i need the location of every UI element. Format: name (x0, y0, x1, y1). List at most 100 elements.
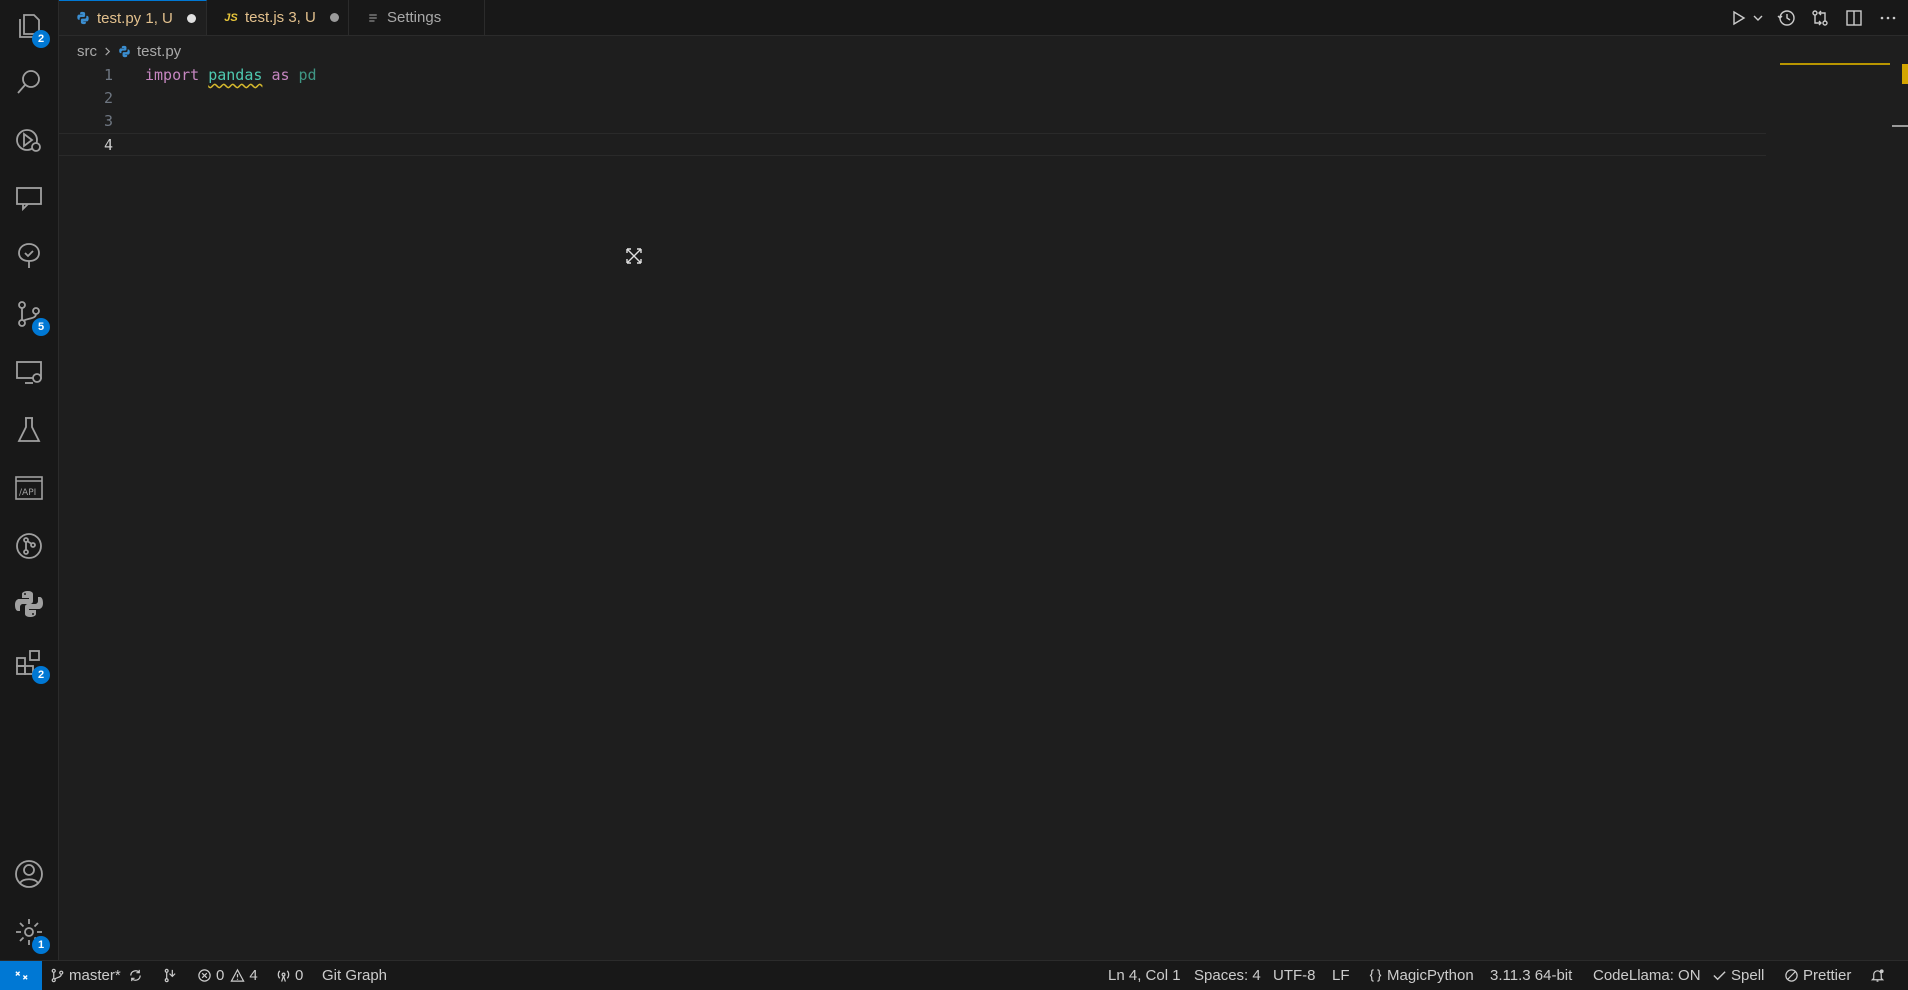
prettier-label: Prettier (1803, 967, 1852, 984)
accounts-button[interactable] (0, 848, 58, 900)
tab-label: Settings (387, 9, 442, 26)
extensions-button[interactable]: 2 (0, 636, 58, 688)
testing-tree-button[interactable] (0, 230, 58, 282)
api-button[interactable]: /API (0, 462, 58, 514)
eol-status[interactable]: LF (1332, 961, 1350, 990)
git-graph-status[interactable]: Git Graph (322, 961, 387, 990)
remote-button[interactable] (0, 346, 58, 398)
javascript-icon: JS (224, 11, 238, 24)
line-number: 3 (103, 112, 113, 130)
spell-status[interactable]: Spell (1712, 961, 1764, 990)
cursor-position[interactable]: Ln 4, Col 1 (1108, 961, 1181, 990)
scrollbar-warning-marker (1902, 64, 1908, 84)
timeline-button[interactable] (1774, 6, 1798, 30)
status-bar: master* 0 4 0 Git Graph Ln 4, Col 1 Spac… (0, 960, 1908, 990)
notifications-button[interactable] (1870, 961, 1889, 990)
tab-settings[interactable]: Settings (349, 0, 485, 35)
explorer-badge: 2 (32, 30, 50, 48)
tab-bar: test.py 1, U JS test.js 3, U Settings (59, 0, 1908, 36)
svg-text:/API: /API (19, 488, 36, 498)
language-mode[interactable]: MagicPython (1368, 961, 1474, 990)
code-text[interactable]: import pandas as pd (145, 64, 317, 87)
account-icon (15, 860, 43, 888)
unsaved-dot-icon[interactable] (329, 13, 339, 22)
module-name: pandas (208, 66, 263, 84)
breadcrumb-file[interactable]: test.py (118, 43, 181, 60)
broadcast-icon (277, 970, 290, 982)
tab-test-py[interactable]: test.py 1, U (59, 0, 207, 35)
git-graph-icon (16, 533, 42, 559)
spell-label: Spell (1731, 967, 1765, 984)
line-number: 1 (103, 66, 113, 84)
error-icon (198, 969, 211, 982)
api-icon: /API (15, 476, 43, 500)
unsaved-dot-icon[interactable] (186, 13, 196, 23)
search-button[interactable] (0, 56, 58, 108)
explorer-button[interactable]: 2 (0, 0, 58, 52)
remote-explorer-button[interactable] (0, 172, 58, 224)
breadcrumb-folder[interactable]: src (77, 43, 97, 60)
testing-button[interactable] (0, 404, 58, 456)
remote-icon (14, 971, 28, 980)
indentation-status[interactable]: Spaces: 4 (1194, 961, 1261, 990)
move-cursor-icon (626, 248, 642, 264)
python-icon (75, 10, 91, 26)
ports-count: 0 (295, 967, 304, 984)
code-line[interactable]: 3 (59, 110, 1766, 133)
play-icon (1733, 10, 1746, 25)
more-actions-button[interactable] (1876, 6, 1900, 30)
code-line-current[interactable]: 4 (59, 133, 1766, 156)
python-interpreter[interactable]: 3.11.3 64-bit (1490, 961, 1572, 990)
settings-file-icon (365, 10, 381, 26)
circle-slash-icon (1785, 969, 1798, 982)
python-button[interactable] (0, 578, 58, 630)
run-button[interactable] (1726, 6, 1750, 30)
manage-button[interactable]: 1 (0, 906, 58, 958)
remote-indicator-button[interactable] (0, 961, 42, 990)
line-number: 2 (103, 89, 113, 107)
python-icon (15, 591, 43, 617)
keyword-import: import (145, 66, 200, 84)
ports-status[interactable]: 0 (276, 961, 303, 990)
code-line[interactable]: 1 import pandas as pd (59, 64, 1766, 87)
beaker-icon (17, 417, 41, 442)
split-editor-button[interactable] (1842, 6, 1866, 30)
code-line[interactable]: 2 (59, 87, 1766, 110)
tab-label: test.js 3, U (245, 9, 316, 26)
editor-toolbar (1726, 0, 1900, 35)
git-graph-button[interactable] (0, 520, 58, 572)
line-number: 4 (103, 136, 113, 154)
git-compare-icon (1812, 9, 1828, 26)
codellama-status[interactable]: CodeLlama: ON (1593, 961, 1701, 990)
chat-window-icon (16, 187, 42, 212)
git-branch-icon (51, 968, 64, 983)
chevron-down-icon (1753, 15, 1763, 21)
sync-button[interactable] (128, 961, 147, 990)
encoding-status[interactable]: UTF-8 (1273, 961, 1316, 990)
git-graph-status-icon-button[interactable] (162, 961, 181, 990)
scrollbar-cursor-marker (1892, 125, 1908, 127)
tree-check-icon (18, 243, 40, 268)
alias-name: pd (298, 66, 317, 84)
prettier-status[interactable]: Prettier (1784, 961, 1851, 990)
search-icon (17, 70, 40, 94)
run-debug-button[interactable] (0, 114, 58, 166)
split-editor-icon (1846, 9, 1862, 26)
problems-status[interactable]: 0 4 (197, 961, 258, 990)
breadcrumb-file-label: test.py (137, 42, 182, 60)
ellipsis-icon (1880, 16, 1896, 19)
compare-changes-button[interactable] (1808, 6, 1832, 30)
activity-bar: 2 5 /API 2 1 (0, 0, 59, 961)
tab-test-js[interactable]: JS test.js 3, U (207, 0, 349, 35)
code-editor[interactable]: 1 import pandas as pd 2 3 4 (59, 64, 1908, 961)
python-icon (119, 45, 130, 57)
run-dropdown-button[interactable] (1752, 6, 1764, 30)
minimap[interactable] (1780, 63, 1890, 65)
keyword-as: as (271, 66, 290, 84)
manage-badge: 1 (32, 936, 50, 954)
branch-status[interactable]: master* (50, 961, 121, 990)
bell-icon (1870, 969, 1885, 982)
source-control-button[interactable]: 5 (0, 288, 58, 340)
monitor-icon (16, 361, 42, 384)
check-icon (1713, 971, 1726, 981)
